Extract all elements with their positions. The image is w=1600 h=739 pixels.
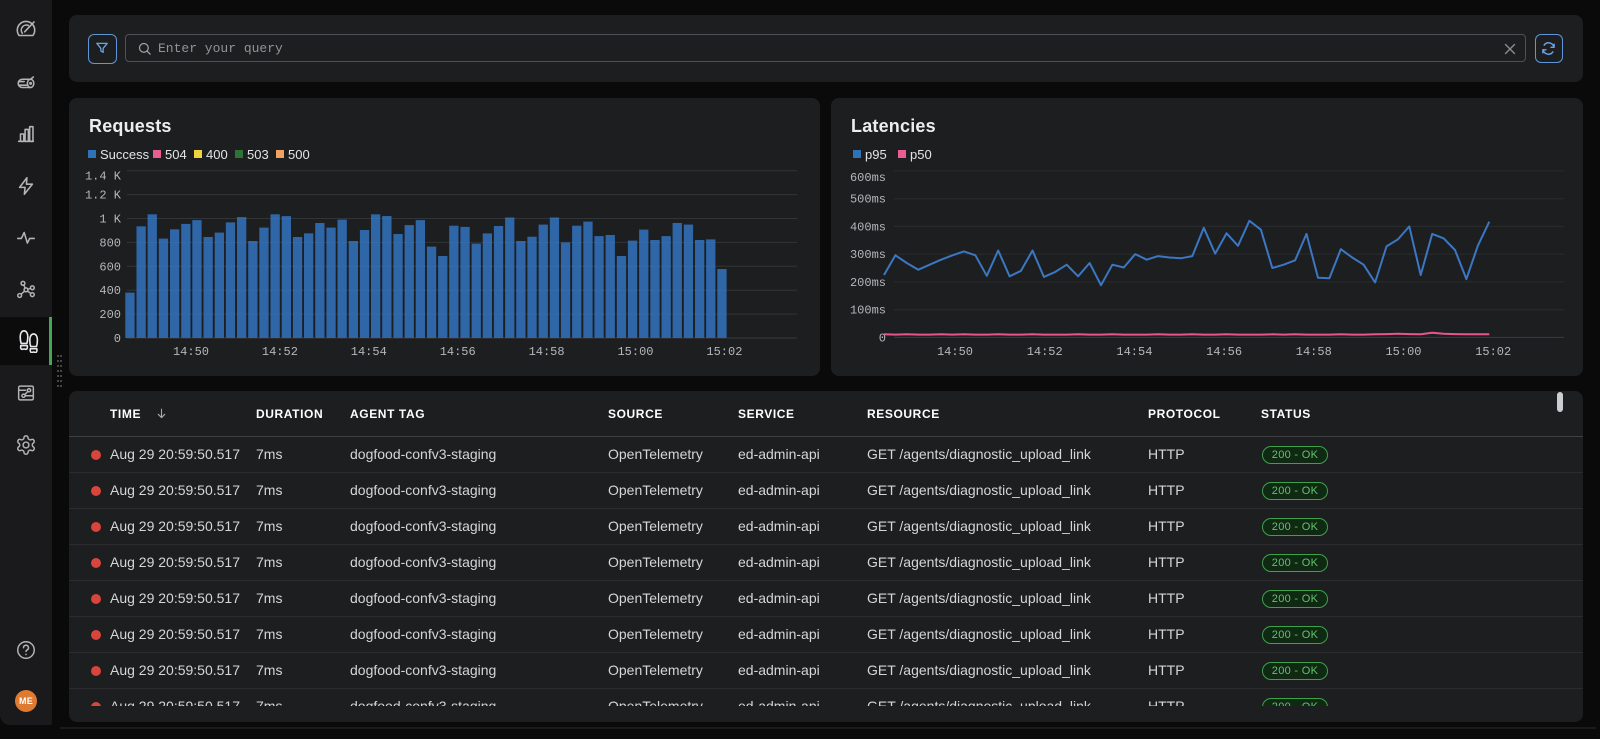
svg-text:100ms: 100ms (850, 304, 886, 318)
svg-text:600ms: 600ms (850, 171, 886, 185)
svg-text:15:02: 15:02 (1475, 345, 1511, 359)
svg-text:14:52: 14:52 (262, 345, 298, 359)
svg-text:15:00: 15:00 (1385, 345, 1421, 359)
svg-text:1.2 K: 1.2 K (85, 189, 122, 203)
svg-text:14:50: 14:50 (173, 345, 209, 359)
svg-text:14:56: 14:56 (1206, 345, 1242, 359)
svg-text:14:56: 14:56 (440, 345, 476, 359)
svg-text:200: 200 (99, 308, 121, 322)
svg-text:14:54: 14:54 (351, 345, 387, 359)
svg-text:800: 800 (99, 236, 121, 250)
svg-text:15:00: 15:00 (617, 345, 653, 359)
svg-text:15:02: 15:02 (706, 345, 742, 359)
svg-text:0: 0 (114, 332, 121, 346)
svg-text:14:58: 14:58 (529, 345, 565, 359)
svg-text:600: 600 (99, 260, 121, 274)
svg-text:14:52: 14:52 (1027, 345, 1063, 359)
svg-text:400: 400 (99, 284, 121, 298)
svg-text:14:54: 14:54 (1116, 345, 1152, 359)
svg-text:500ms: 500ms (850, 193, 886, 207)
svg-text:1.4 K: 1.4 K (85, 170, 122, 184)
svg-text:14:50: 14:50 (937, 345, 973, 359)
svg-text:200ms: 200ms (850, 276, 886, 290)
svg-text:300ms: 300ms (850, 248, 886, 262)
svg-text:14:58: 14:58 (1296, 345, 1332, 359)
svg-text:400ms: 400ms (850, 220, 886, 234)
svg-text:1 K: 1 K (99, 213, 121, 227)
